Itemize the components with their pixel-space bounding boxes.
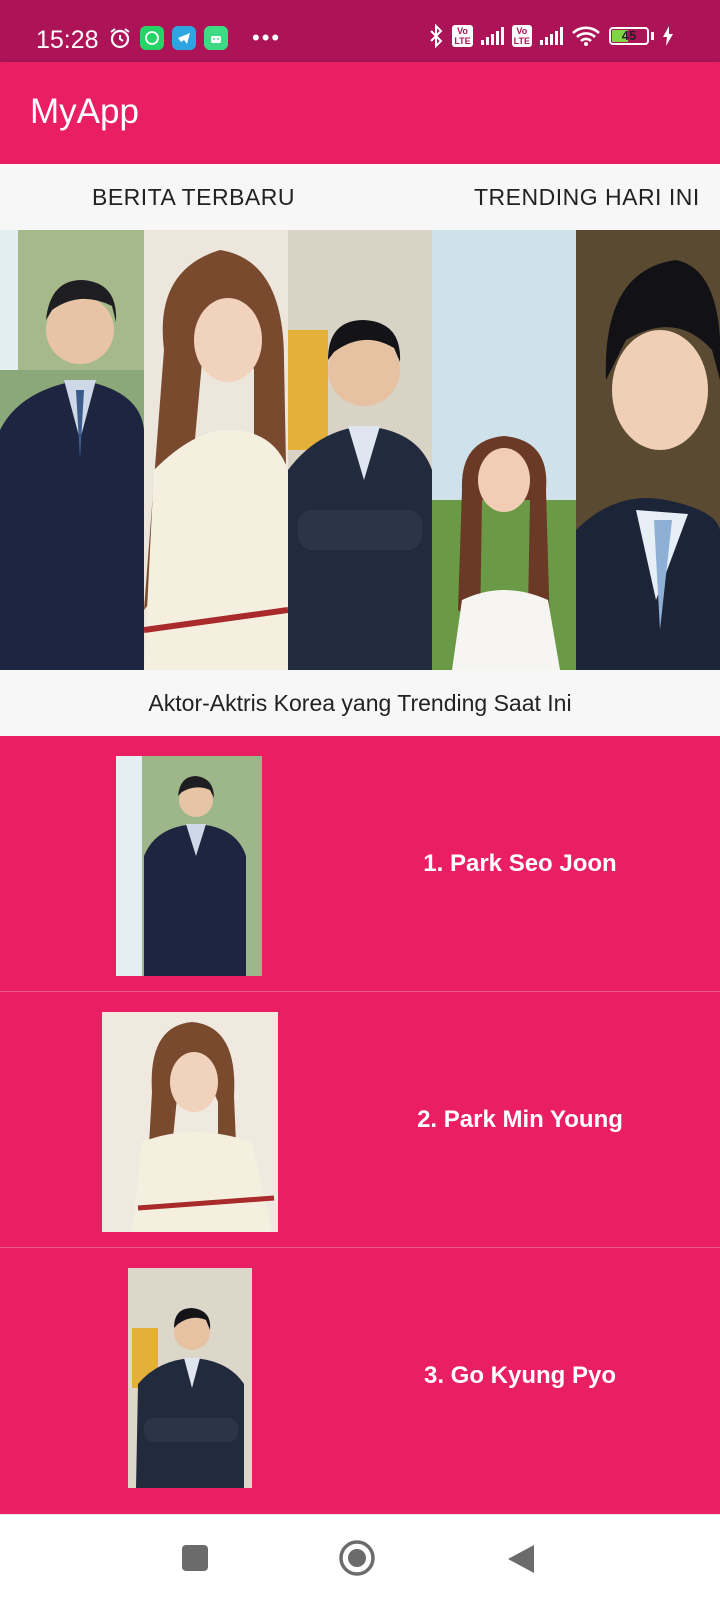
android-icon bbox=[204, 26, 228, 50]
banner-photo-1 bbox=[0, 230, 144, 670]
list-item[interactable]: 2. Park Min Young bbox=[0, 992, 720, 1248]
charging-icon bbox=[663, 26, 673, 46]
actor-photo bbox=[128, 1268, 252, 1488]
tab-trending-hari-ini[interactable]: TRENDING HARI INI bbox=[474, 184, 700, 211]
banner-photo-2 bbox=[144, 230, 288, 670]
list-item[interactable]: 1. Park Seo Joon bbox=[0, 736, 720, 992]
wifi-icon bbox=[572, 26, 600, 46]
notification-icons: ••• bbox=[108, 26, 281, 50]
alarm-icon bbox=[110, 28, 130, 49]
actor-photo bbox=[116, 756, 262, 976]
recent-apps-icon[interactable] bbox=[180, 1543, 210, 1573]
status-bar: 15:28 ••• Vo LTE Vo LTE 45 bbox=[0, 0, 720, 62]
banner-caption-bar: Aktor-Aktris Korea yang Trending Saat In… bbox=[0, 670, 720, 736]
volte-icon-2: Vo LTE bbox=[511, 25, 532, 47]
banner-photo-3 bbox=[288, 230, 432, 670]
actor-name: 2. Park Min Young bbox=[417, 1106, 623, 1133]
more-dots-icon: ••• bbox=[252, 25, 282, 50]
banner-photo-4 bbox=[432, 230, 576, 670]
whatsapp-icon bbox=[140, 26, 164, 50]
trending-list: 1. Park Seo Joon 2. Park Min Young 3. Go… bbox=[0, 736, 720, 1514]
signal-icon bbox=[480, 27, 504, 45]
bluetooth-icon bbox=[430, 24, 443, 48]
app-bar: MyApp bbox=[0, 62, 720, 164]
battery-level: 45 bbox=[621, 28, 637, 43]
tab-berita-terbaru[interactable]: BERITA TERBARU bbox=[92, 184, 295, 211]
tab-bar: BERITA TERBARU TRENDING HARI INI bbox=[0, 164, 720, 230]
app-title: MyApp bbox=[30, 92, 139, 131]
back-icon[interactable] bbox=[506, 1543, 536, 1575]
battery-icon: 45 bbox=[609, 27, 649, 45]
actor-name: 3. Go Kyung Pyo bbox=[423, 1362, 617, 1389]
actor-name: 1. Park Seo Joon bbox=[423, 850, 617, 877]
home-icon[interactable] bbox=[338, 1539, 376, 1577]
system-icons: Vo LTE Vo LTE 45 bbox=[428, 24, 674, 48]
volte-icon: Vo LTE bbox=[452, 25, 473, 47]
system-nav-bar bbox=[0, 1514, 720, 1601]
battery-tip bbox=[651, 32, 654, 40]
banner-caption: Aktor-Aktris Korea yang Trending Saat In… bbox=[148, 690, 572, 716]
list-item[interactable]: 3. Go Kyung Pyo bbox=[0, 1248, 720, 1504]
signal-icon-2 bbox=[540, 27, 563, 45]
actor-photo bbox=[102, 1012, 278, 1232]
status-time: 15:28 bbox=[36, 26, 99, 54]
telegram-icon bbox=[172, 26, 196, 50]
banner-photo-strip bbox=[0, 230, 720, 670]
banner-photo-5 bbox=[576, 230, 720, 670]
